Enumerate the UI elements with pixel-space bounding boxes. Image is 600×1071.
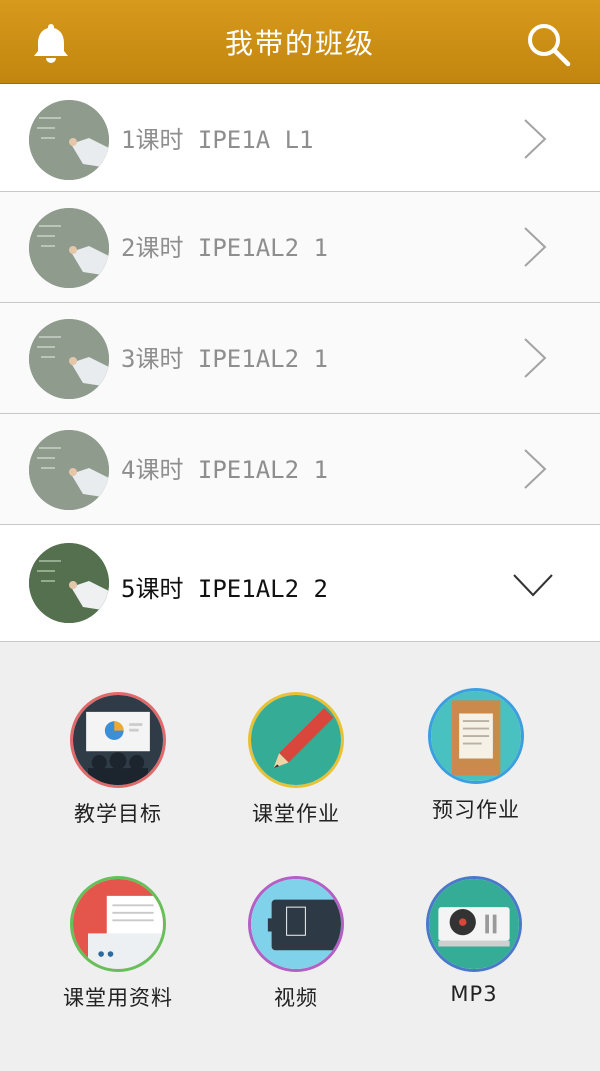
lesson-thumbnail <box>29 430 109 510</box>
lesson-thumbnail <box>29 543 109 623</box>
lesson-title: 4课时 IPE1AL2 1 <box>121 456 328 484</box>
pencil-icon <box>248 692 344 788</box>
resource-label: 预习作业 <box>432 798 520 822</box>
page-title: 我带的班级 <box>224 27 375 60</box>
resource-label: 教学目标 <box>74 802 162 826</box>
lesson-list: 1课时 IPE1A L1 2课时 IPE1AL2 1 3课时 IPE1AL2 1… <box>0 84 600 642</box>
lesson-row[interactable]: 4课时 IPE1AL2 1 <box>0 414 600 525</box>
resource-teaching-goals[interactable]: 教学目标 <box>28 692 208 828</box>
printer-icon <box>70 876 166 972</box>
resource-label: 视频 <box>274 986 318 1010</box>
resource-classwork[interactable]: 课堂作业 <box>206 692 386 828</box>
lesson-row[interactable]: 1课时 IPE1A L1 <box>0 84 600 192</box>
chevron-right-icon <box>524 449 547 489</box>
chevron-right-icon <box>524 338 547 378</box>
lesson-row-expanded[interactable]: 5课时 IPE1AL2 2 <box>0 525 600 642</box>
scroll-icon <box>428 688 524 784</box>
lesson-thumbnail <box>29 208 109 288</box>
resource-video[interactable]: 视频 <box>206 876 386 1012</box>
search-icon[interactable] <box>524 20 572 68</box>
resource-label: 课堂作业 <box>252 802 340 826</box>
lesson-row[interactable]: 3课时 IPE1AL2 1 <box>0 303 600 414</box>
chevron-down-icon <box>513 574 553 597</box>
lesson-title: 5课时 IPE1AL2 2 <box>121 575 328 603</box>
lesson-thumbnail <box>29 100 109 180</box>
video-player-icon <box>248 876 344 972</box>
turntable-icon <box>426 876 522 972</box>
lesson-thumbnail <box>29 319 109 399</box>
resource-grid: 教学目标 课堂作业 预习作业 课堂用资料 视频 MP3 <box>0 644 600 1071</box>
presentation-icon <box>70 692 166 788</box>
resource-class-materials[interactable]: 课堂用资料 <box>28 876 208 1012</box>
resource-label: MP3 <box>450 982 498 1006</box>
lesson-title: 1课时 IPE1A L1 <box>121 126 314 154</box>
chevron-right-icon <box>524 227 547 267</box>
lesson-title: 3课时 IPE1AL2 1 <box>121 345 328 373</box>
lesson-title: 2课时 IPE1AL2 1 <box>121 234 328 262</box>
resource-label: 课堂用资料 <box>63 986 173 1010</box>
resource-preview-work[interactable]: 预习作业 <box>386 688 566 824</box>
lesson-row[interactable]: 2课时 IPE1AL2 1 <box>0 192 600 303</box>
chevron-right-icon <box>524 119 547 159</box>
resource-mp3[interactable]: MP3 <box>384 876 564 1006</box>
app-header: 我带的班级 <box>0 0 600 84</box>
